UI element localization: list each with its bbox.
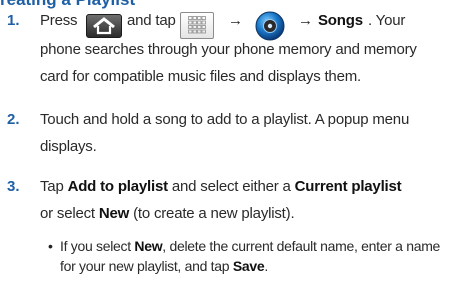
step-number: 1.: [7, 12, 20, 29]
step-text: card for compatible music files and disp…: [40, 68, 361, 85]
add-to-playlist-label: Add to playlist: [67, 178, 169, 195]
step-text: . Your: [368, 12, 406, 29]
step-text: or select New (to create a new playlist)…: [40, 205, 295, 222]
step-number: 3.: [7, 178, 20, 195]
step-text: displays.: [40, 138, 97, 155]
step-text: phone searches through your phone memory…: [40, 41, 417, 58]
step-text: and tap: [127, 12, 176, 29]
section-heading: reating a Playlist: [0, 0, 135, 10]
step-text: Touch and hold a song to add to a playli…: [40, 111, 410, 128]
apps-grid-icon: [180, 12, 214, 39]
home-icon: [86, 14, 122, 38]
bullet-text: for your new playlist, and tap Save.: [60, 258, 268, 274]
new-label: New: [98, 205, 130, 222]
current-playlist-label: Current playlist: [294, 178, 402, 195]
bullet-symbol: •: [48, 238, 53, 254]
arrow-icon: →: [298, 12, 313, 29]
songs-label: Songs: [318, 12, 363, 29]
step-number: 2.: [7, 111, 20, 128]
new-label: New: [134, 238, 163, 254]
arrow-icon: →: [228, 12, 243, 29]
music-player-icon: [255, 11, 285, 41]
step-text: Tap Add to playlist and select either a …: [40, 178, 402, 195]
step-bold-term: Songs: [318, 12, 363, 30]
step-text: Press: [40, 12, 78, 29]
bullet-text: If you select New, delete the current de…: [60, 238, 441, 254]
save-label: Save: [232, 258, 265, 274]
